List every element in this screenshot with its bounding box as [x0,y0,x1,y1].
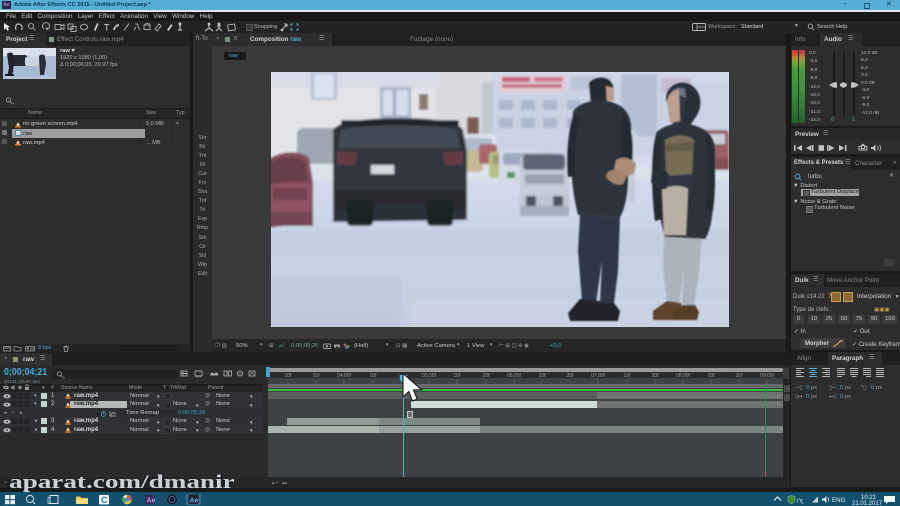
svg-text:Ae: Ae [147,498,156,505]
svg-text:C: C [101,495,108,505]
svg-text:21.01.2017: 21.01.2017 [852,501,883,505]
svg-text:T: T [104,23,110,33]
svg-text:ENG: ENG [832,497,846,504]
svg-text:ґҳ: ґҳ [797,497,804,505]
svg-text:Ae: Ae [190,498,199,505]
